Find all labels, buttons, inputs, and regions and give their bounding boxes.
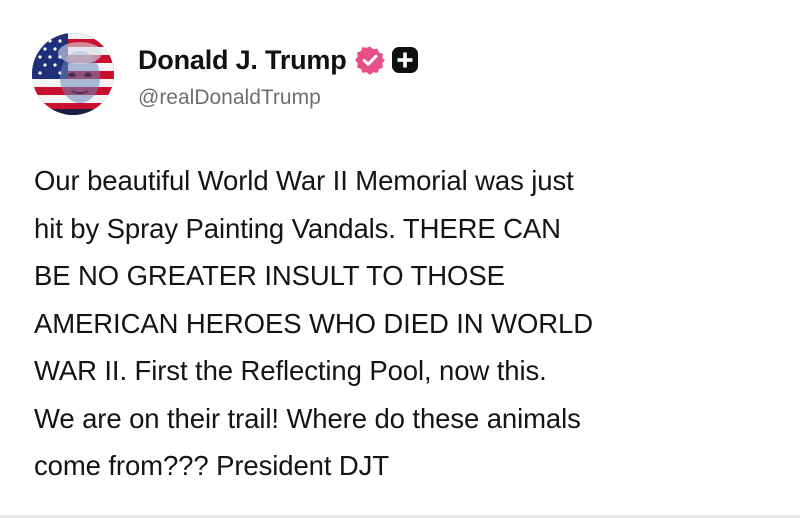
author-handle[interactable]: @realDonaldTrump [138, 86, 321, 110]
plus-badge-icon [391, 46, 419, 74]
author-name-row: Donald J. Trump [138, 40, 419, 80]
flag-portrait-avatar-icon [32, 33, 114, 115]
post-body-line: Our beautiful World War II Memorial was … [34, 165, 574, 196]
post-body-line: WAR II. First the Reflecting Pool, now t… [34, 355, 547, 386]
post-body-line: hit by Spray Painting Vandals. THERE CAN [34, 212, 561, 244]
social-post: Donald J. Trump @realDonaldTrump Our bea… [0, 0, 800, 518]
post-body-line: BE NO GREATER INSULT TO THOSE [34, 260, 505, 291]
avatar[interactable] [32, 33, 114, 115]
author-display-name[interactable]: Donald J. Trump [138, 45, 347, 76]
post-body-line: We are on their trail! Where do these an… [34, 402, 581, 434]
post-body-line: come from??? President DJT [34, 450, 390, 481]
verified-badge-icon [354, 45, 385, 75]
post-body-line: AMERICAN HEROES WHO DIED IN WORLD [34, 307, 593, 339]
post-body: Our beautiful World War II Memorial was … [34, 157, 794, 490]
